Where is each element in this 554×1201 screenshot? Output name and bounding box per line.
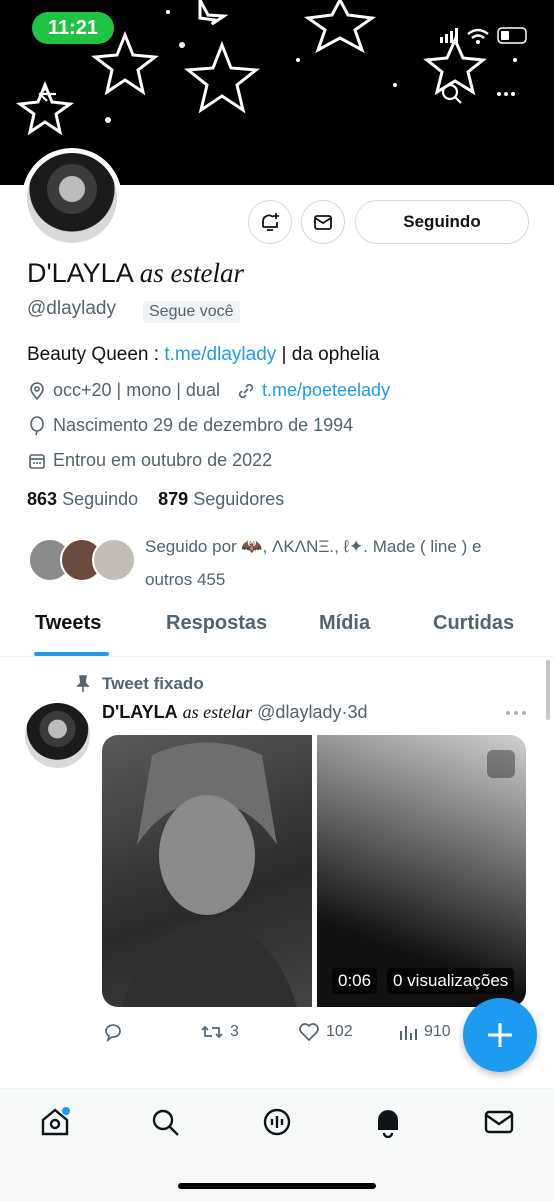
following-label: Seguindo [62, 489, 139, 509]
divider [0, 656, 554, 657]
tab-likes[interactable]: Curtidas [433, 612, 514, 635]
views-icon [400, 1026, 417, 1040]
following-count: 863 [27, 489, 58, 509]
avatar-image [27, 153, 117, 243]
more-icon [497, 92, 515, 96]
tab-tweets[interactable]: Tweets [35, 612, 101, 635]
back-button[interactable] [28, 74, 68, 114]
status-icons [440, 24, 530, 51]
followed-by-line2: outros 455 [145, 570, 226, 589]
bio-link[interactable]: t.me/dlaylady [164, 344, 276, 365]
bio-prefix: Beauty Queen : [27, 344, 165, 365]
video-views: 0 visualizações [387, 968, 515, 994]
compose-button[interactable] [463, 998, 537, 1072]
message-button[interactable] [301, 200, 345, 244]
views-button[interactable]: 910 [398, 1021, 451, 1043]
illustration-image [122, 742, 297, 1007]
location-text: occ+20 | mono | dual [53, 380, 220, 400]
plus-icon [488, 1023, 512, 1047]
profile-handle: @dlaylady [27, 298, 116, 319]
tweet-media[interactable]: 0:06 0 visualizações [102, 735, 526, 1007]
reply-button[interactable] [102, 1021, 130, 1043]
joined-text: Entrou em outubro de 2022 [53, 450, 273, 470]
bio-suffix: | da ophelia [276, 344, 380, 365]
tweet-more-button[interactable] [505, 706, 527, 725]
retweet-count: 3 [230, 1023, 239, 1040]
like-button[interactable]: 102 [298, 1021, 353, 1043]
follow-counts: 863 Seguindo 879 Seguidores [27, 489, 284, 510]
link-icon [238, 383, 254, 398]
notify-button[interactable] [248, 200, 292, 244]
gif-toggle-icon[interactable] [487, 750, 515, 778]
profile-avatar[interactable] [22, 148, 122, 248]
more-icon [506, 711, 526, 715]
tweet-avatar[interactable] [25, 703, 90, 768]
media-image[interactable] [102, 735, 312, 1007]
signal-wifi-battery-icon [440, 27, 527, 44]
arrow-left-icon [38, 86, 56, 102]
display-name-text: D'LAYLA [27, 258, 133, 288]
retweet-button[interactable]: 3 [200, 1021, 239, 1043]
balloon-icon [30, 415, 44, 435]
display-name: D'LAYLA as estelar [27, 258, 244, 289]
search-icon [441, 83, 462, 104]
retweet-icon [201, 1025, 223, 1039]
like-count: 102 [326, 1023, 353, 1040]
calendar-icon [29, 453, 45, 469]
nav-messages[interactable] [483, 1106, 515, 1138]
followers-label: Seguidores [193, 489, 285, 509]
scrollbar[interactable] [546, 660, 550, 720]
birthday-text: Nascimento 29 de dezembro de 1994 [53, 415, 354, 435]
tab-replies[interactable]: Respostas [166, 612, 267, 635]
more-button[interactable] [486, 74, 526, 114]
follows-you-badge: Segue você [143, 301, 240, 323]
joined-row: Entrou em outubro de 2022 [27, 450, 272, 471]
followers-count-link[interactable]: 879 Seguidores [158, 489, 284, 509]
birthday-row: Nascimento 29 de dezembro de 1994 [27, 415, 353, 436]
pinned-label: Tweet fixado [102, 674, 204, 693]
views-count: 910 [424, 1023, 451, 1040]
display-name-italic: as estelar [139, 258, 244, 288]
mail-icon [484, 1110, 514, 1134]
tweet-author-name-italic: as estelar [182, 702, 253, 722]
home-indicator [178, 1183, 376, 1189]
following-button[interactable]: Seguindo [355, 200, 529, 244]
profile-meta-row: occ+20 | mono | dual t.me/poeteelady [27, 380, 390, 401]
spaces-icon [263, 1108, 291, 1136]
tweet-author-name[interactable]: D'LAYLA [102, 702, 178, 722]
bell-plus-icon [262, 213, 279, 231]
mutual-avatar [92, 538, 136, 582]
nav-spaces[interactable] [261, 1106, 293, 1138]
status-time: 11:21 [32, 12, 114, 44]
followed-by-line1: Seguido por 🦇, ΛKΛNΞ., ℓ✦. Made ( line )… [145, 537, 482, 556]
nav-notifications[interactable] [372, 1106, 404, 1138]
tweet-header: D'LAYLA as estelar @dlaylady·3d [102, 702, 368, 723]
bell-icon [378, 1110, 398, 1138]
pin-icon [30, 381, 44, 400]
website-link[interactable]: t.me/poeteelady [262, 380, 390, 401]
home-icon [41, 1107, 70, 1136]
media-video[interactable]: 0:06 0 visualizações [317, 735, 526, 1007]
tweet-time: 3d [347, 702, 368, 722]
mail-icon [314, 215, 332, 230]
pin-tack-icon [75, 675, 91, 698]
profile-bio: Beauty Queen : t.me/dlaylady | da opheli… [27, 344, 379, 366]
tweet-author-handle: @dlaylady [257, 702, 342, 722]
followed-by-text[interactable]: Seguido por 🦇, ΛKΛNΞ., ℓ✦. Made ( line )… [145, 530, 525, 596]
tab-media[interactable]: Mídia [319, 612, 370, 635]
followers-count: 879 [158, 489, 189, 509]
nav-home[interactable] [39, 1106, 71, 1138]
following-count-link[interactable]: 863 Seguindo [27, 489, 138, 509]
search-icon [152, 1109, 179, 1136]
nav-search[interactable] [149, 1106, 181, 1138]
video-duration: 0:06 [332, 968, 378, 994]
reply-icon [105, 1024, 121, 1043]
heart-icon [299, 1023, 319, 1042]
search-button[interactable] [432, 74, 472, 114]
